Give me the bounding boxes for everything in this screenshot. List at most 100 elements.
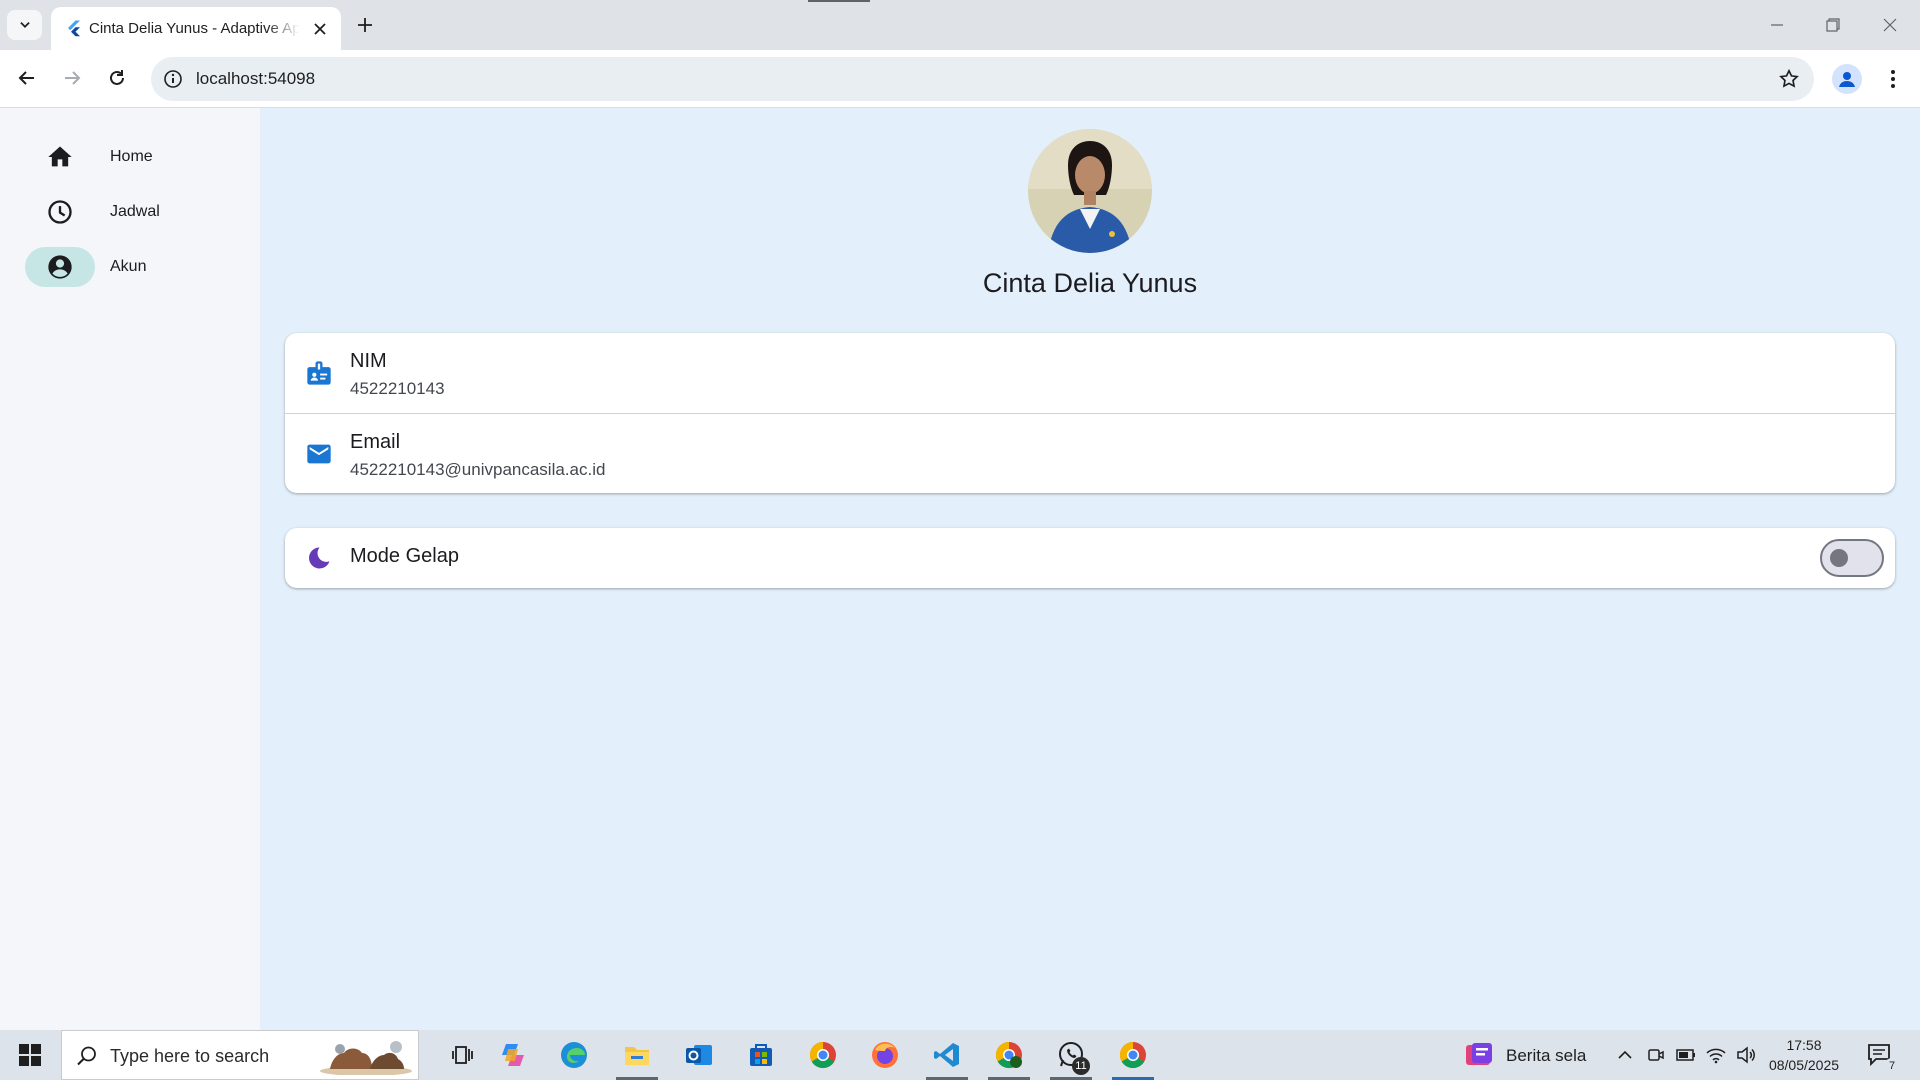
nim-title: NIM [350,350,387,372]
news-text: Berita sela [1506,1046,1587,1065]
clock-date: 08/05/2025 [1768,1057,1840,1073]
info-row-nim: NIM 4522210143 [285,333,1895,413]
switch-thumb [1830,549,1848,567]
clock-time: 17:58 [1786,1037,1822,1053]
vscode-icon [934,1043,959,1067]
close-icon [314,23,326,35]
chevron-up-icon [1618,1050,1632,1059]
profile-button[interactable] [1832,64,1862,94]
browser-menu-button[interactable] [1880,64,1906,94]
profile-avatar [1028,129,1152,253]
restore-icon [1826,18,1840,32]
arrow-left-icon [18,71,34,85]
dark-mode-switch[interactable] [1820,539,1884,577]
tray-network[interactable] [1705,1044,1727,1066]
close-icon [1883,18,1897,32]
minimize-button[interactable] [1760,10,1794,40]
notification-count: 7 [1884,1058,1900,1074]
minimize-icon [1771,24,1783,26]
rail-label-akun: Akun [110,258,147,275]
dark-mode-card[interactable]: Mode Gelap [285,528,1895,588]
firefox-icon [872,1042,898,1068]
taskbar-chrome-profile[interactable] [984,1035,1034,1080]
taskbar-edge[interactable] [549,1035,599,1075]
search-highlight-illustration [320,1041,412,1075]
taskbar-store[interactable] [736,1035,786,1075]
windows-logo-icon [19,1044,41,1066]
taskbar-outlook[interactable] [674,1035,724,1075]
more-vertical-icon [1891,70,1895,88]
dark-mode-label: Mode Gelap [350,545,459,567]
browser-toolbar: localhost:54098 [0,50,1920,108]
tab-close-button[interactable] [309,18,331,40]
camera-icon [1648,1049,1664,1061]
email-value: 4522210143@univpancasila.ac.id [350,460,606,479]
clock-icon [48,200,72,224]
email-title: Email [350,431,401,453]
taskbar-vscode[interactable] [922,1035,972,1080]
url-text[interactable]: localhost:54098 [196,69,315,89]
rail-item-home[interactable]: Home [25,137,245,177]
rail-item-akun[interactable]: Akun [25,247,245,287]
flutter-favicon-icon [68,20,80,37]
info-row-email: Email 4522210143@univpancasila.ac.id [285,413,1895,493]
rail-icon-container [25,192,95,232]
chrome-icon [809,1041,836,1069]
taskbar-clock[interactable]: 17:58 08/05/2025 [1764,1035,1844,1075]
edge-icon [561,1042,587,1068]
taskbar-chrome[interactable] [798,1035,848,1075]
close-window-button[interactable] [1873,10,1907,40]
back-button[interactable] [11,62,43,94]
start-button[interactable] [8,1035,52,1075]
tray-volume[interactable] [1735,1044,1757,1066]
outlook-icon [686,1045,712,1065]
navigation-rail: Home Jadwal Akun [0,108,260,1030]
account-page: Cinta Delia Yunus NIM 4522210143 Email 4… [260,108,1920,1030]
windows-taskbar: Type here to search 11 Berita sela 17:58… [0,1030,1920,1080]
notification-center-button[interactable]: 7 [1866,1042,1906,1074]
reload-icon [110,70,124,85]
search-icon [77,1046,96,1066]
browser-tab-active[interactable]: Cinta Delia Yunus - Adaptive App [51,7,341,50]
tab-title: Cinta Delia Yunus - Adaptive App [89,20,299,37]
tab-search-button[interactable] [7,10,42,40]
email-icon [307,444,331,464]
plus-icon [358,18,372,32]
profile-name: Cinta Delia Yunus [982,268,1198,298]
store-icon [750,1044,772,1066]
info-icon[interactable] [163,69,183,89]
taskbar-search-box[interactable]: Type here to search [61,1030,419,1080]
forward-button[interactable] [56,62,88,94]
restore-button[interactable] [1816,10,1850,40]
tray-overflow-button[interactable] [1614,1044,1636,1066]
rail-item-jadwal[interactable]: Jadwal [25,192,245,232]
tray-battery[interactable] [1675,1044,1697,1066]
person-icon [1839,72,1855,87]
taskbar-firefox[interactable] [860,1035,910,1075]
taskbar-task-view[interactable] [438,1035,488,1075]
news-widget[interactable]: Berita sela [1462,1038,1602,1072]
bookmark-star-icon[interactable] [1778,68,1800,90]
tray-meet-now[interactable] [1645,1044,1667,1066]
new-tab-button[interactable] [352,12,378,38]
rail-label-home: Home [110,148,153,165]
badge-icon [307,361,331,385]
reload-button[interactable] [101,62,133,94]
address-bar[interactable]: localhost:54098 [151,57,1814,101]
chrome-icon [1119,1041,1146,1069]
taskbar-whatsapp[interactable]: 11 [1046,1035,1096,1080]
account-circle-icon [48,255,72,279]
copilot-icon [502,1044,524,1066]
nim-value: 4522210143 [350,379,445,398]
chrome-profile-icon [995,1041,1022,1069]
taskbar-chrome-active[interactable] [1108,1035,1158,1080]
chevron-down-icon [19,22,30,28]
tab-scroll-indicator [808,0,870,2]
battery-icon [1676,1049,1695,1061]
speaker-icon [1737,1046,1755,1064]
folder-icon [625,1047,649,1065]
taskbar-copilot[interactable] [488,1035,538,1075]
taskbar-file-explorer[interactable] [612,1035,662,1080]
taskbar-search-placeholder: Type here to search [110,1046,270,1066]
browser-tabstrip: Cinta Delia Yunus - Adaptive App [0,0,1920,50]
